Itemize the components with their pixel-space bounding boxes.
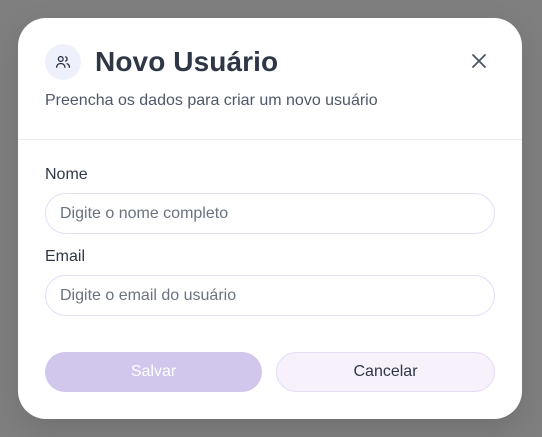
users-icon bbox=[45, 44, 81, 80]
dialog-actions: Salvar Cancelar bbox=[45, 352, 495, 392]
cancel-button[interactable]: Cancelar bbox=[276, 352, 495, 392]
dialog-header: Novo Usuário Preencha os dados para cria… bbox=[18, 18, 522, 140]
email-label: Email bbox=[45, 248, 86, 265]
dialog-title: Novo Usuário bbox=[95, 46, 279, 77]
email-field-group: Email bbox=[45, 248, 495, 316]
save-button[interactable]: Salvar bbox=[45, 352, 262, 392]
name-label: Nome bbox=[45, 166, 88, 183]
title-row: Novo Usuário bbox=[45, 44, 278, 80]
close-button[interactable] bbox=[468, 50, 490, 72]
dialog-body: Nome Email bbox=[18, 140, 522, 316]
new-user-dialog: Novo Usuário Preencha os dados para cria… bbox=[18, 18, 522, 419]
dialog-subtitle: Preencha os dados para criar um novo usu… bbox=[45, 92, 378, 109]
name-input[interactable] bbox=[45, 193, 495, 234]
close-icon bbox=[472, 54, 486, 68]
name-field-group: Nome bbox=[45, 166, 495, 234]
email-input[interactable] bbox=[45, 275, 495, 316]
